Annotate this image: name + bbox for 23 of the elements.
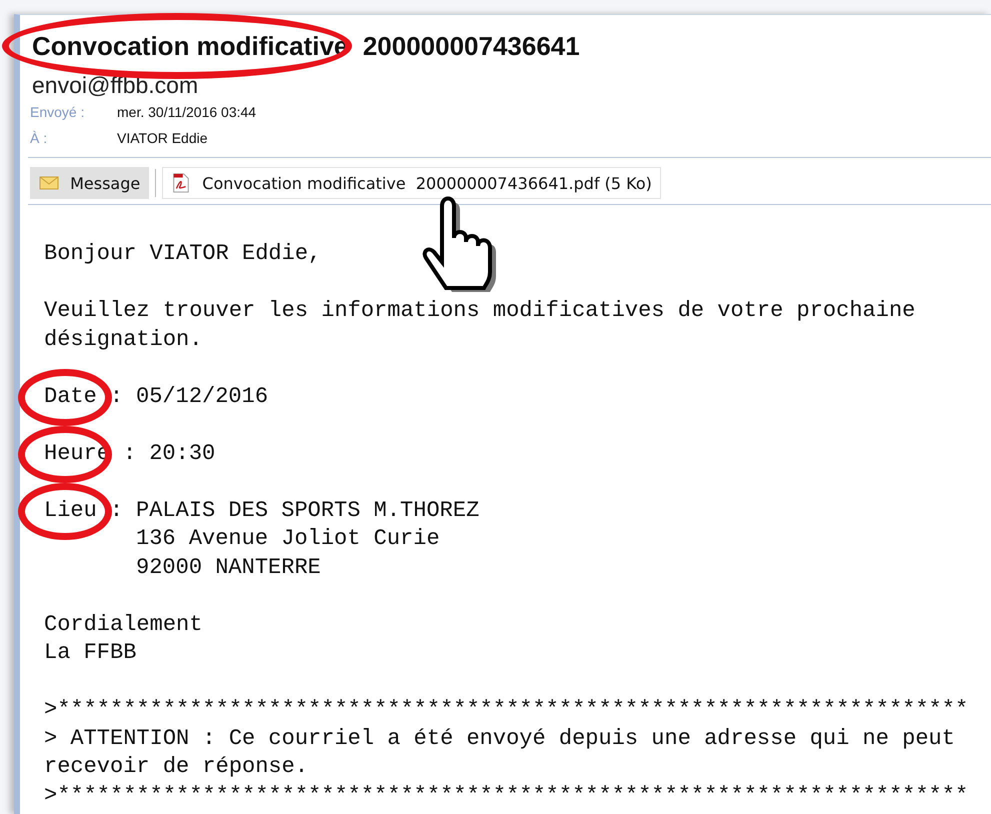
field-value: PALAIS DES SPORTS M.THOREZ 136 Avenue Joliot Curie 92000 NANTERRE	[136, 496, 480, 582]
attachment-tab[interactable]: Convocation modificative 200000007436641.pdf (5 Ko)	[162, 167, 661, 199]
field-colon: :	[110, 382, 124, 410]
body-paragraph: Bonjour VIATOR Eddie,	[44, 240, 322, 268]
field-label: Date	[44, 382, 97, 410]
field-colon: :	[123, 440, 136, 468]
asterisk-separator: >*********************************************************************	[44, 696, 970, 724]
notice-paragraph: > ATTENTION : Ce courriel a été envoyé depuis une adresse qui ne peut recevoir de réponse.	[44, 724, 956, 781]
body-paragraph: Cordialement La FFBB	[44, 610, 204, 667]
meta-label: À :	[30, 129, 48, 148]
message-tab[interactable]: Message	[30, 167, 150, 199]
field-value: 05/12/2016	[136, 382, 268, 410]
meta-value: VIATOR Eddie	[117, 129, 208, 148]
field-colon: :	[110, 496, 124, 524]
asterisk-separator: >*********************************************************************	[44, 782, 970, 810]
field-label: Lieu	[44, 496, 97, 524]
field-value: 20:30	[149, 440, 216, 468]
meta-value: mer. 30/11/2016 03:44	[117, 103, 256, 122]
email-subject: Convocation modificative 200000007436641	[31, 31, 581, 61]
body-paragraph: Veuillez trouver les informations modificatives de votre prochaine désignation.	[44, 297, 916, 354]
meta-label: Envoyé :	[30, 103, 86, 122]
pdf-file-icon	[171, 173, 192, 193]
sender-address: envoi@ffbb.com	[31, 71, 200, 99]
